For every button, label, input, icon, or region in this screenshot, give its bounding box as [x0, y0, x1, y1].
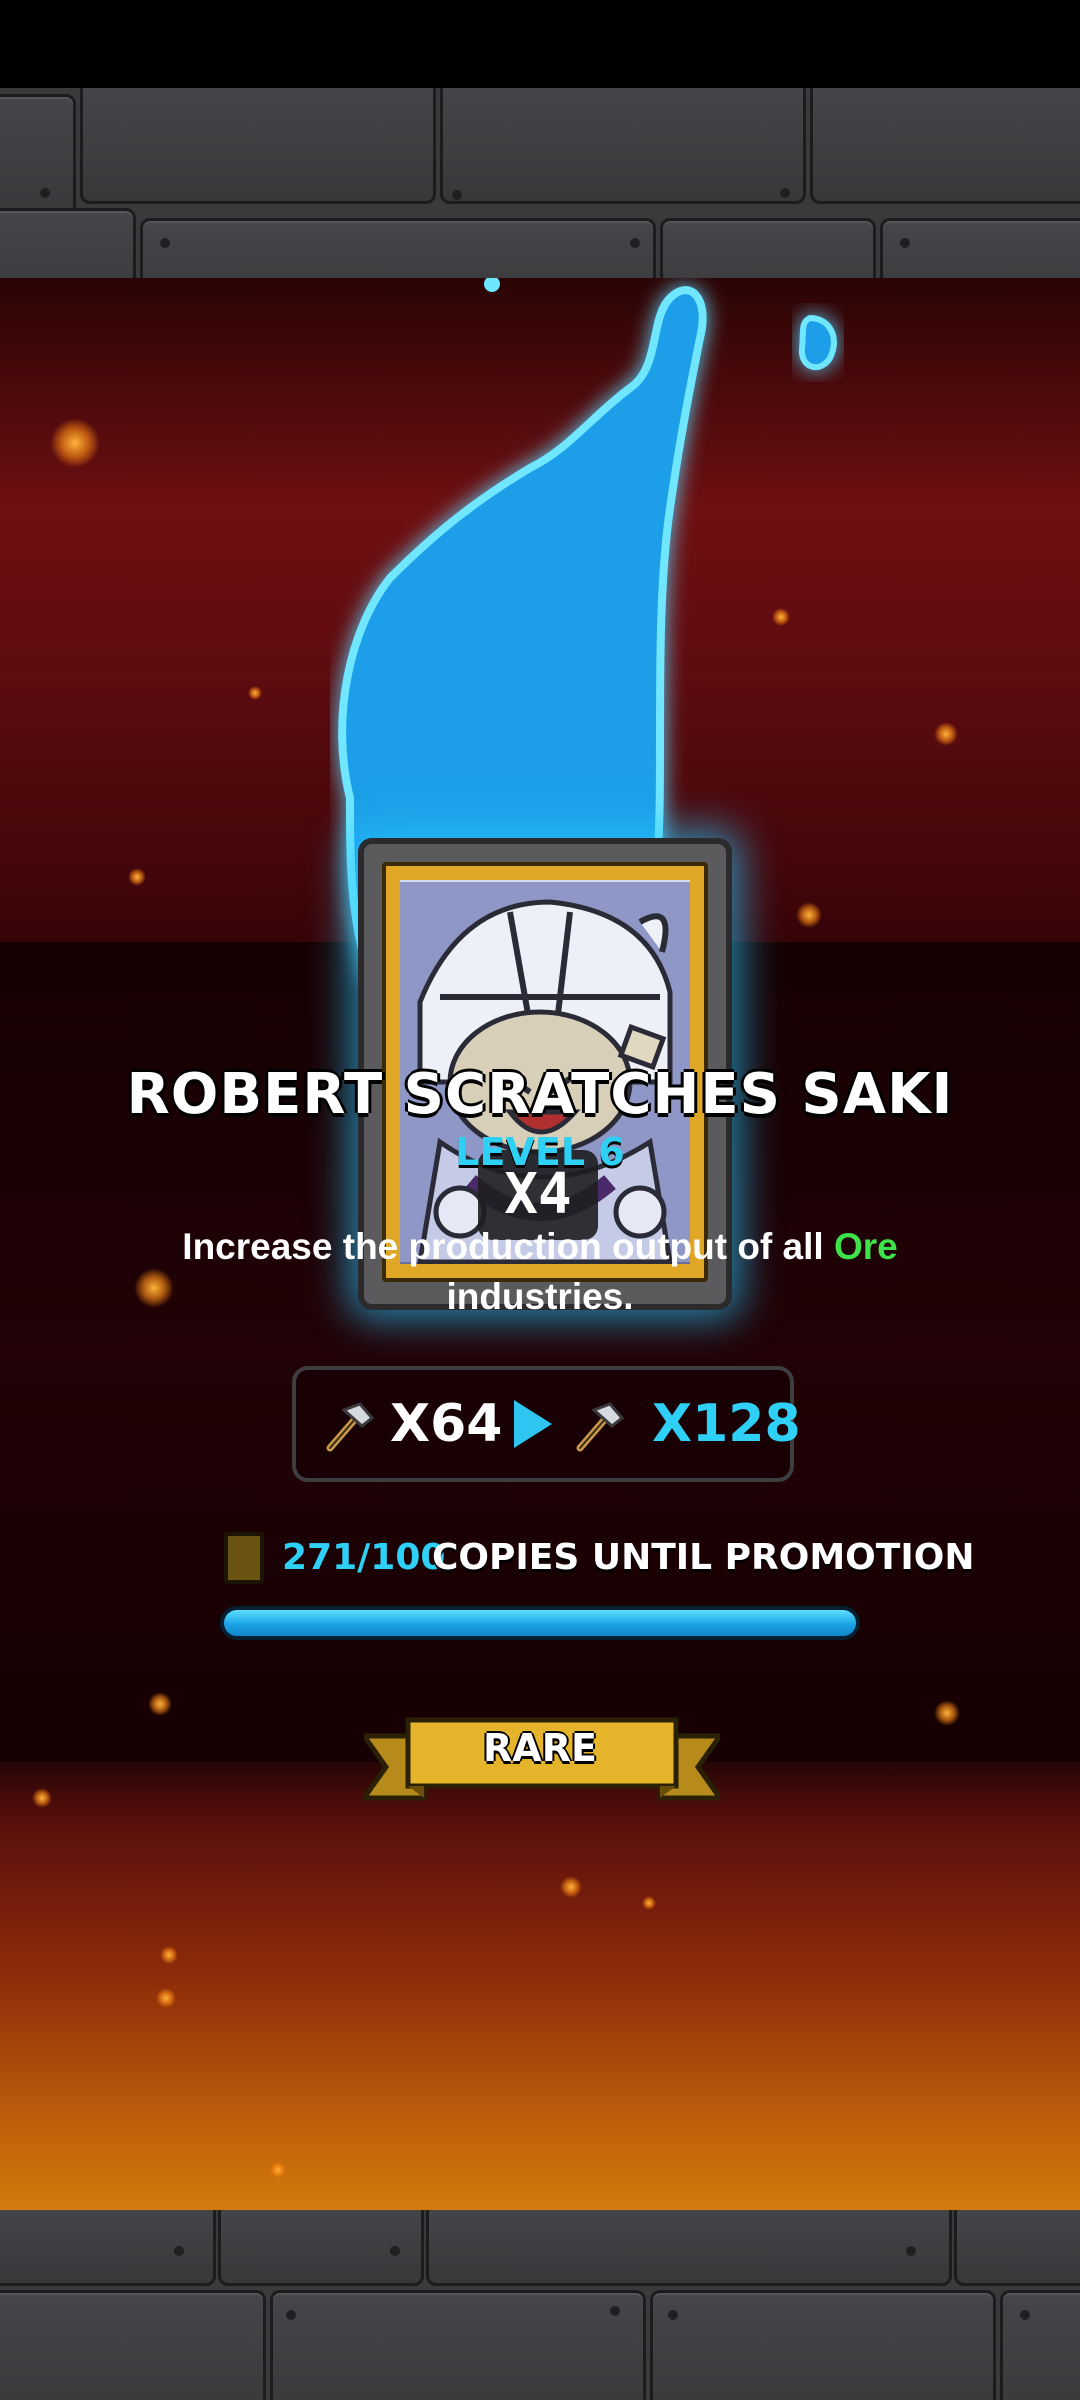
description-highlight: Ore	[833, 1226, 898, 1267]
card-level: LEVEL 6	[455, 1130, 625, 1174]
copies-count: 271/100	[282, 1537, 446, 1578]
boost-current: X64	[390, 1394, 503, 1454]
card-description: Increase the production output of all Or…	[140, 1222, 940, 1322]
stone-wall-top	[0, 88, 1080, 278]
copies-label: COPIES UNTIL PROMOTION	[432, 1537, 975, 1578]
promotion-progress-row: 271/100 COPIES UNTIL PROMOTION	[0, 1530, 1080, 1590]
hammer-icon	[576, 1402, 624, 1452]
description-prefix: Increase the production output of all	[182, 1226, 834, 1267]
boost-panel: X64 X128	[292, 1366, 801, 1482]
status-bar	[0, 0, 1080, 88]
card-icon	[224, 1532, 264, 1584]
play-arrow-icon	[514, 1400, 552, 1448]
hammer-icon	[326, 1402, 374, 1452]
card-name: ROBERT SCRATCHES SAKI	[126, 1062, 954, 1127]
boost-next: X128	[652, 1394, 801, 1454]
rarity-label: RARE	[483, 1726, 597, 1770]
promotion-progress-bar	[220, 1606, 860, 1640]
progress-fill	[224, 1610, 856, 1636]
stone-wall-bottom	[0, 2210, 1080, 2400]
description-suffix: industries.	[446, 1276, 634, 1317]
